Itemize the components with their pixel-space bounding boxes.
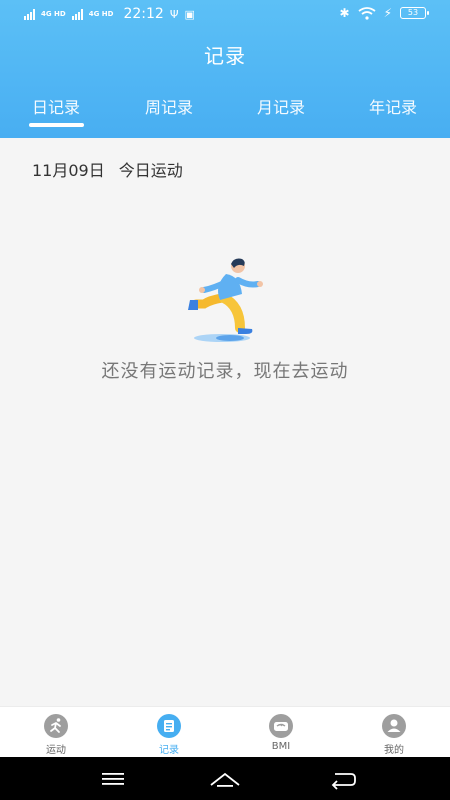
tab-daily[interactable]: 日记录 [11,94,101,118]
usb-icon: Ψ [169,7,179,21]
empty-state-message[interactable]: 还没有运动记录，现在去运动 [0,357,450,383]
battery-level: 53 [407,8,419,17]
network-type-1: 4G HD [41,10,66,18]
signal-icon [71,8,83,20]
menu-icon[interactable] [93,765,133,793]
bluetooth-icon: ✱ [339,6,350,20]
running-person-illustration [188,258,263,342]
nav-label-bmi: BMI [271,741,291,752]
system-navigation-bar [0,757,450,800]
status-bar: 4G HD 4G HD 22:12 Ψ ▣ ✱ ⚡ 53 [0,0,450,30]
user-icon [382,714,406,738]
bottom-navigation: 运动 记录 BMI 我的 [0,706,450,757]
network-type-2: 4G HD [88,10,114,18]
bmi-scale-icon [269,714,293,738]
wifi-icon [358,6,376,20]
nav-item-bmi[interactable]: BMI [241,713,321,752]
nav-label-profile: 我的 [384,745,404,756]
nav-item-records[interactable]: 记录 [129,713,209,756]
nav-item-exercise[interactable]: 运动 [16,713,96,756]
page-title: 记录 [204,44,246,68]
clock-time: 22:12 [123,6,164,22]
record-icon [157,714,181,738]
notification-icon: ▣ [184,7,195,21]
active-tab-indicator [29,123,84,127]
back-icon[interactable] [323,765,363,793]
signal-icon [24,8,35,20]
tab-monthly[interactable]: 月记录 [236,94,326,118]
charging-icon: ⚡ [383,6,392,20]
record-tabs: 日记录 周记录 月记录 年记录 [0,94,450,134]
running-icon [44,714,68,738]
nav-label-records: 记录 [159,745,179,756]
today-date: 11月09日 [32,161,105,180]
battery-icon: 53 [400,7,429,19]
home-icon[interactable] [205,765,245,793]
header-bar: 4G HD 4G HD 22:12 Ψ ▣ ✱ ⚡ 53 记录 日记录 周记录 … [0,0,450,138]
tab-weekly[interactable]: 周记录 [124,94,214,118]
today-label: 今日运动 [118,161,183,180]
nav-item-profile[interactable]: 我的 [354,713,434,756]
nav-label-exercise: 运动 [46,745,66,756]
today-row: 11月09日 今日运动 [32,157,183,181]
tab-yearly[interactable]: 年记录 [348,94,438,118]
